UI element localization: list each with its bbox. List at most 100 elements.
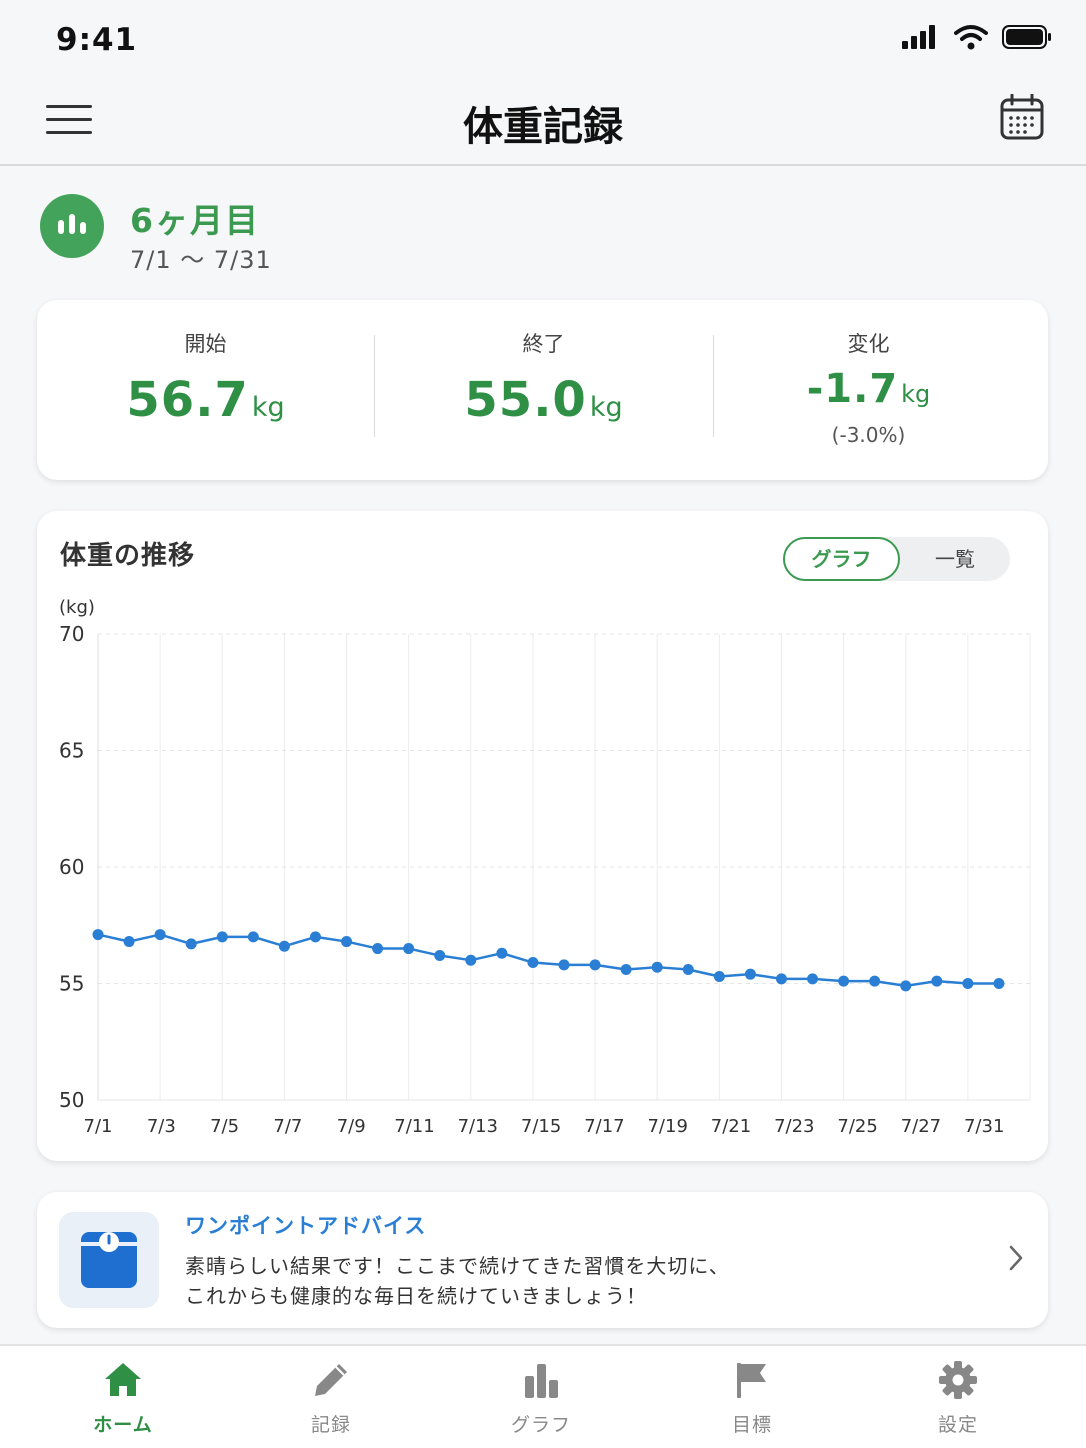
period-header: 6ヶ月目 7/1 〜 7/31 bbox=[40, 190, 540, 274]
x-tick-label: 7/31 bbox=[964, 1116, 1004, 1137]
data-point bbox=[154, 929, 166, 941]
data-point bbox=[713, 971, 725, 983]
advice-title: ワンポイントアドバイス bbox=[185, 1214, 427, 1238]
scale-icon bbox=[81, 1232, 137, 1288]
end-weight: 55.0 bbox=[464, 372, 587, 428]
advice-icon-box bbox=[59, 1212, 159, 1308]
y-tick-label: 55 bbox=[59, 972, 84, 996]
tab-home-label: ホーム bbox=[93, 1414, 153, 1436]
y-axis-label: (kg) bbox=[59, 597, 95, 618]
data-point bbox=[620, 964, 632, 976]
data-point bbox=[682, 964, 694, 976]
data-point bbox=[465, 954, 477, 966]
change-weight: -1.7 bbox=[806, 366, 899, 412]
advice-line-2: これからも健康的な毎日を続けていきましょう！ bbox=[185, 1284, 647, 1308]
summary-end: 終了 55.0 kg bbox=[374, 300, 713, 480]
data-point bbox=[962, 978, 974, 989]
x-tick-label: 7/1 bbox=[84, 1116, 113, 1137]
y-tick-label: 65 bbox=[59, 739, 84, 763]
end-value: 55.0 kg bbox=[374, 372, 713, 428]
tab-settings-label: 設定 bbox=[937, 1414, 978, 1436]
data-point bbox=[775, 973, 787, 985]
change-label: 変化 bbox=[847, 332, 890, 356]
period-range: 7/1 〜 7/31 bbox=[130, 246, 272, 274]
data-point bbox=[558, 959, 570, 971]
x-tick-label: 7/11 bbox=[394, 1116, 434, 1137]
advice-card[interactable]: ワンポイントアドバイス 素晴らしい結果です！ここまで続けてきた習慣を大切に、 こ… bbox=[37, 1192, 1048, 1328]
data-point bbox=[527, 957, 539, 969]
x-tick-label: 7/17 bbox=[584, 1116, 624, 1137]
summary-card: 開始 56.7 kg 終了 55.0 kg 変化 -1.7 kg (-3.0%) bbox=[37, 300, 1048, 480]
data-point bbox=[651, 961, 663, 973]
data-point bbox=[247, 931, 259, 943]
gear-icon bbox=[939, 1361, 977, 1399]
change-unit: kg bbox=[901, 380, 931, 408]
weight-trend-card: 体重の推移 グラフ 一覧 70 65 60 55 50 (kg) 7/1 7/3 7/5 7/7 7… bbox=[37, 511, 1048, 1161]
y-tick-label: 60 bbox=[59, 855, 84, 879]
weight-line-chart: 70 65 60 55 50 (kg) 7/1 7/3 7/5 7/7 7/9 7/11 7/13 7/1… bbox=[59, 597, 1031, 1137]
data-point bbox=[496, 947, 508, 959]
page-title: 体重記録 bbox=[463, 104, 623, 150]
x-tick-label: 7/15 bbox=[521, 1116, 561, 1137]
status-icons bbox=[900, 24, 1052, 50]
signal-icon bbox=[902, 25, 935, 49]
status-time: 9:41 bbox=[56, 22, 138, 58]
wifi-icon bbox=[954, 25, 988, 50]
tab-goal[interactable]: 目標 bbox=[682, 1346, 822, 1448]
data-point bbox=[589, 959, 601, 971]
data-point bbox=[931, 975, 943, 987]
tab-record[interactable]: 記録 bbox=[261, 1346, 401, 1448]
end-label: 終了 bbox=[522, 332, 565, 356]
change-value: -1.7 kg bbox=[713, 366, 1024, 412]
battery-icon bbox=[1002, 25, 1051, 49]
data-point bbox=[900, 980, 912, 992]
period-chart-icon bbox=[40, 194, 104, 258]
start-unit: kg bbox=[251, 392, 285, 423]
data-point bbox=[278, 940, 290, 952]
data-point bbox=[216, 931, 228, 943]
x-tick-label: 7/13 bbox=[458, 1116, 498, 1137]
tab-graph-label: グラフ bbox=[510, 1414, 571, 1436]
data-point bbox=[185, 938, 197, 950]
data-point bbox=[993, 978, 1005, 989]
x-tick-label: 7/3 bbox=[147, 1116, 176, 1137]
x-tick-label: 7/5 bbox=[210, 1116, 239, 1137]
tab-home[interactable]: ホーム bbox=[53, 1346, 193, 1448]
calendar-icon[interactable] bbox=[1000, 94, 1044, 142]
home-icon bbox=[105, 1363, 141, 1396]
flag-icon bbox=[737, 1363, 766, 1398]
series-line bbox=[97, 933, 999, 988]
data-point bbox=[92, 929, 104, 941]
x-tick-label: 7/21 bbox=[711, 1116, 751, 1137]
tab-record-label: 記録 bbox=[310, 1414, 351, 1436]
data-point bbox=[372, 943, 384, 955]
start-value: 56.7 kg bbox=[37, 372, 374, 428]
y-tick-label: 50 bbox=[59, 1088, 84, 1112]
tab-settings[interactable]: 設定 bbox=[888, 1346, 1028, 1448]
tab-goal-label: 目標 bbox=[731, 1414, 772, 1436]
chevron-right-icon bbox=[1009, 1245, 1023, 1271]
data-point bbox=[403, 943, 415, 955]
y-tick-label: 70 bbox=[59, 622, 84, 646]
change-percent: (-3.0%) bbox=[831, 423, 906, 447]
bar-chart-icon bbox=[525, 1364, 558, 1398]
start-weight: 56.7 bbox=[126, 372, 249, 428]
summary-change: 変化 -1.7 kg (-3.0%) bbox=[713, 300, 1024, 480]
tab-graph[interactable]: グラフ bbox=[471, 1346, 611, 1448]
pencil-icon bbox=[315, 1364, 347, 1396]
data-point bbox=[744, 968, 756, 980]
x-tick-label: 7/27 bbox=[901, 1116, 941, 1137]
tab-bar: ホーム 記録 グラフ 目標 設定 bbox=[0, 1344, 1086, 1448]
status-bar: 9:41 bbox=[0, 0, 1086, 80]
x-tick-label: 7/25 bbox=[837, 1116, 877, 1137]
advice-line-1: 素晴らしい結果です！ここまで続けてきた習慣を大切に、 bbox=[185, 1254, 730, 1278]
data-point bbox=[123, 936, 135, 948]
period-title: 6ヶ月目 bbox=[130, 201, 260, 240]
data-point bbox=[838, 975, 850, 987]
nav-bar: 体重記録 bbox=[0, 80, 1086, 166]
data-point bbox=[309, 931, 321, 943]
x-tick-label: 7/9 bbox=[337, 1116, 366, 1137]
start-label: 開始 bbox=[184, 332, 227, 356]
x-tick-label: 7/19 bbox=[647, 1116, 687, 1137]
data-point bbox=[341, 936, 353, 948]
